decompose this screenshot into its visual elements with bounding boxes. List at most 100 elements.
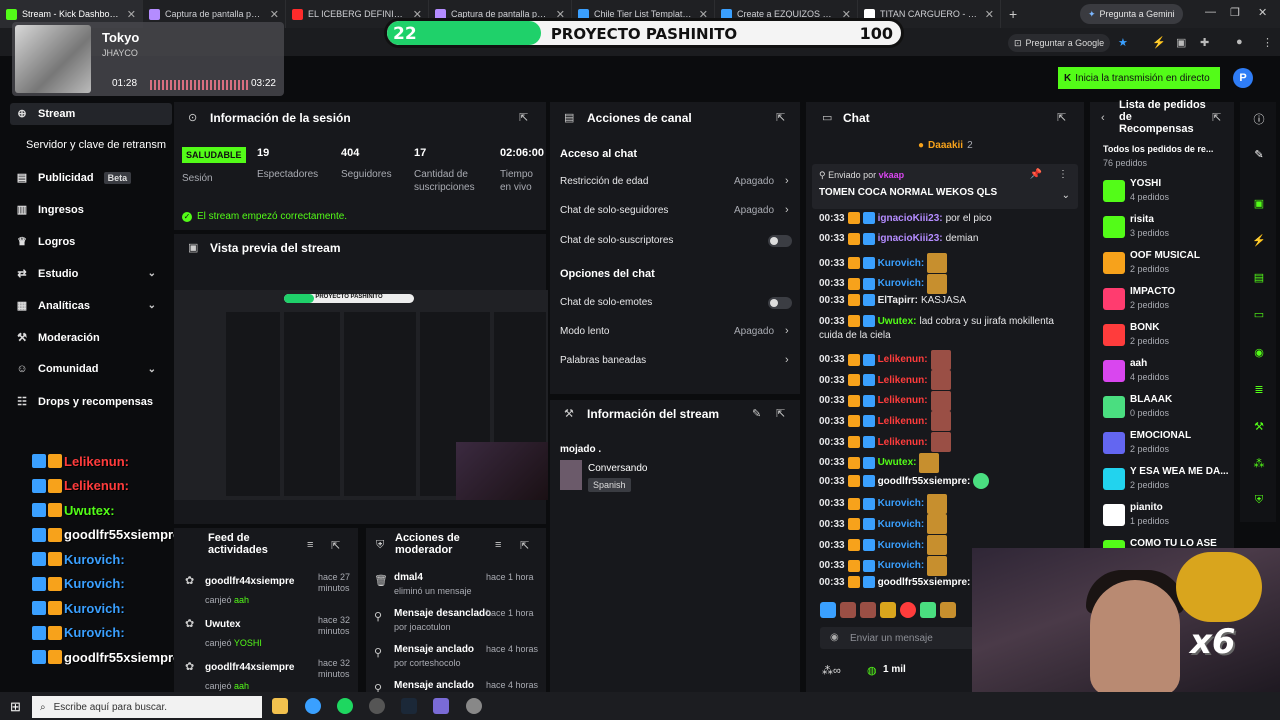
popout-icon[interactable]: ⇱ (520, 539, 529, 552)
chat-message[interactable]: 00:33 Lelikenun: (819, 349, 951, 370)
reward-item[interactable]: EMOCIONAL 2 pedidos (1103, 430, 1233, 460)
taskbar-search[interactable]: ⌕ Escribe aquí para buscar. (32, 696, 262, 718)
subs-only-toggle[interactable] (768, 235, 792, 247)
reward-item[interactable]: pianito 1 pedidos (1103, 502, 1233, 532)
app-icon[interactable] (433, 698, 449, 714)
reward-item[interactable]: OOF MUSICAL 2 pedidos (1103, 250, 1233, 280)
emote-icon[interactable] (860, 602, 876, 618)
chat-username[interactable]: Lelikenun: (878, 395, 928, 406)
popout-icon[interactable]: ⇱ (1057, 111, 1066, 124)
sidebar-item-drops[interactable]: ☷ Drops y recompensas (16, 395, 162, 409)
close-window-button[interactable]: ✕ (1258, 6, 1267, 19)
chevron-left-icon[interactable]: ‹ (1101, 112, 1105, 124)
emote-icon[interactable] (880, 602, 896, 618)
browser-menu-icon[interactable]: ⋮ (1262, 36, 1273, 49)
chat-username[interactable]: ignacioKiii23: (878, 233, 943, 244)
sidebar-item-analytics[interactable]: ▦ Analíticas ⌄ (16, 299, 162, 313)
chat-message[interactable]: 00:33 Lelikenun: (819, 411, 951, 432)
windows-start-icon[interactable]: ⊞ (10, 699, 21, 715)
popout-icon[interactable]: ⇱ (519, 111, 528, 124)
chat-message[interactable]: 00:33 Kurovich: (819, 555, 948, 576)
popout-icon[interactable]: ⇱ (776, 111, 785, 124)
chat-username[interactable]: Uwutex: (878, 457, 917, 468)
sidebar-item-studio[interactable]: ⇄ Estudio ⌄ (16, 267, 162, 281)
puzzle-icon[interactable]: ✚ (1200, 36, 1209, 49)
reward-item[interactable]: IMPACTO 2 pedidos (1103, 286, 1233, 316)
activity-user[interactable]: goodlfr44xsiempre (205, 662, 294, 673)
chat-username[interactable]: Lelikenun: (878, 354, 928, 365)
chat-message[interactable]: 00:33 Lelikenun: (819, 390, 951, 411)
age-restriction-label[interactable]: Restricción de edad (560, 176, 648, 187)
emotes-only-toggle[interactable] (768, 297, 792, 309)
chat-input[interactable]: ◉ Enviar un mensaje (820, 627, 980, 649)
chat-username[interactable]: Kurovich: (878, 498, 925, 509)
chat-username[interactable]: goodlfr55xsiempre: (878, 476, 971, 487)
fullscreen-icon[interactable]: ▣ (1249, 197, 1269, 210)
unpin-icon[interactable]: 📌 (1030, 169, 1042, 180)
spotify-icon[interactable] (337, 698, 353, 714)
chat-username[interactable]: Lelikenun: (878, 375, 928, 386)
sidebar-item-ads[interactable]: ▤ Publicidad Beta (16, 171, 162, 184)
chat-message[interactable]: 00:33 Kurovich: (819, 273, 948, 294)
file-explorer-icon[interactable] (272, 698, 288, 714)
chat-message[interactable]: 00:33 Kurovich: (819, 535, 948, 555)
sidebar-item-revenue[interactable]: ▥ Ingresos (16, 203, 162, 217)
sidebar-item-achievements[interactable]: ♛ Logros (16, 235, 162, 249)
minimize-button[interactable]: — (1205, 6, 1216, 18)
chevron-right-icon[interactable]: › (785, 325, 789, 337)
users-icon[interactable]: ⁂ (1249, 457, 1269, 470)
reward-item[interactable]: YOSHI 4 pedidos (1103, 178, 1233, 208)
chat-message[interactable]: 00:33 Lelikenun: (819, 432, 951, 452)
close-tab-icon[interactable]: ✕ (127, 8, 136, 21)
ask-google-button[interactable]: ⊡ Preguntar a Google (1008, 34, 1111, 52)
emote-icon[interactable] (840, 602, 856, 618)
bolt-icon[interactable]: ⚡ (1249, 234, 1269, 247)
filter-icon[interactable]: ≡ (495, 539, 501, 551)
chat-message[interactable]: 00:33 Uwutex: (819, 452, 940, 473)
info-icon[interactable]: ⓘ (1249, 111, 1269, 127)
chat-message[interactable]: 00:33 Kurovich: (819, 253, 948, 274)
chat-message[interactable]: 00:33 Kurovich: (819, 493, 948, 514)
sidebar-item-stream-key[interactable]: Servidor y clave de retransm (26, 139, 172, 151)
bookmark-star-icon[interactable]: ★ (1118, 36, 1128, 49)
extension-icon[interactable]: ⚡ (1152, 36, 1166, 49)
emote-icon[interactable] (920, 602, 936, 618)
chevron-down-icon[interactable]: ⌄ (1062, 190, 1070, 201)
cast-icon[interactable]: ▣ (1176, 36, 1186, 49)
users-icon[interactable]: ⁂∞ (822, 664, 841, 677)
chat-username[interactable]: Kurovich: (878, 519, 925, 530)
chat-message[interactable]: 00:33 ignacioKiii23: demian (819, 232, 978, 245)
stream-preview-video[interactable]: PROYECTO PASHINITO (174, 290, 548, 500)
chat-message[interactable]: 00:33 ElTapirr: KASJASA (819, 294, 966, 307)
chat-bubble-icon[interactable]: ▭ (1249, 308, 1269, 321)
chat-username[interactable]: Lelikenun: (878, 416, 928, 427)
reward-item[interactable]: BLAAAK 0 pedidos (1103, 394, 1233, 424)
reward-item[interactable]: Y ESA WEA ME DA... 2 pedidos (1103, 466, 1233, 496)
reward-item[interactable]: BONK 2 pedidos (1103, 322, 1233, 352)
sidebar-item-community[interactable]: ☺ Comunidad ⌄ (16, 363, 162, 375)
sidebar-item-stream[interactable]: ⊕ Stream (16, 107, 162, 121)
activity-user[interactable]: goodlfr44xsiempre (205, 576, 294, 587)
close-tab-icon[interactable]: ✕ (985, 8, 994, 21)
wrench-icon[interactable]: ⚒ (1249, 420, 1269, 433)
chevron-right-icon[interactable]: › (785, 175, 789, 187)
chat-message[interactable]: 00:33 goodlfr55xsiempre: (819, 576, 971, 589)
reward-item[interactable]: aah 4 pedidos (1103, 358, 1233, 388)
go-live-button[interactable]: K Inicia la transmisión en directo (1058, 67, 1220, 89)
chat-username[interactable]: ignacioKiii23: (878, 213, 943, 224)
edit-icon[interactable]: ✎ (752, 407, 761, 420)
chat-username[interactable]: Kurovich: (878, 560, 925, 571)
chrome-icon[interactable] (305, 698, 321, 714)
banned-words-label[interactable]: Palabras baneadas (560, 355, 646, 366)
all-rewards-label[interactable]: Todos los pedidos de re... (1103, 144, 1213, 154)
slow-mode-label[interactable]: Modo lento (560, 326, 609, 337)
chat-message[interactable]: 00:33 goodlfr55xsiempre: (819, 473, 990, 490)
popout-icon[interactable]: ⇱ (776, 407, 785, 420)
chat-username[interactable]: Kurovich: (878, 278, 925, 289)
activity-user[interactable]: Uwutex (205, 619, 241, 630)
new-tab-button[interactable]: + (1001, 6, 1025, 22)
chat-username[interactable]: goodlfr55xsiempre: (878, 577, 971, 588)
chat-message[interactable]: 00:33 ignacioKiii23: por el pico (819, 212, 992, 224)
chat-username[interactable]: Uwutex: (878, 316, 917, 327)
chat-message[interactable]: 00:33 Kurovich: (819, 514, 948, 535)
